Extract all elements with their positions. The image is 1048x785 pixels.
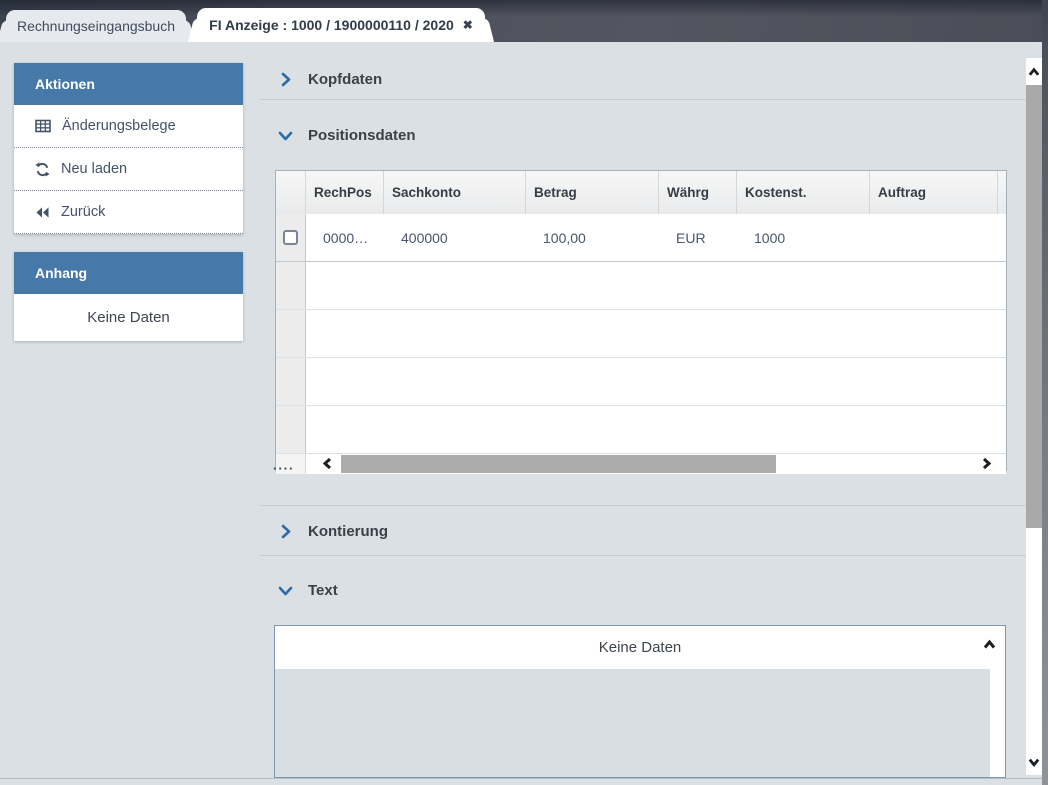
column-header-betrag[interactable]: Betrag	[526, 171, 659, 214]
sidebar-item-label: Änderungsbelege	[62, 118, 176, 134]
vertical-scroll-thumb[interactable]	[1026, 85, 1042, 528]
positions-table: RechPos Sachkonto Betrag Währg Kostenst.…	[275, 170, 1007, 471]
chevron-down-icon	[276, 126, 295, 145]
text-empty-text: Keine Daten	[599, 639, 682, 656]
chevron-right-icon	[276, 70, 295, 89]
section-title: Kontierung	[308, 523, 388, 540]
tab-rechnungseingangsbuch[interactable]: Rechnungseingangsbuch	[6, 10, 186, 42]
refresh-icon	[35, 162, 50, 177]
rewind-icon	[35, 206, 50, 219]
section-header-text[interactable]: Text	[260, 571, 1026, 609]
attachment-empty-text: Keine Daten	[14, 294, 243, 341]
table-header-row: RechPos Sachkonto Betrag Währg Kostenst.…	[276, 171, 1006, 214]
tab-label: FI Anzeige : 1000 / 1900000110 / 2020	[209, 17, 454, 33]
table-empty-row	[276, 406, 1006, 454]
select-all-header-cell	[276, 171, 306, 214]
sidebar-item-label: Zurück	[61, 204, 105, 220]
actions-panel-title: Aktionen	[35, 76, 95, 92]
chevron-down-icon	[276, 581, 295, 600]
table-empty-row	[276, 262, 1006, 310]
vertical-scrollbar[interactable]	[1026, 58, 1042, 775]
scroll-right-icon[interactable]	[979, 456, 994, 471]
cell-kostenst: 1000	[737, 214, 870, 261]
horizontal-scrollbar[interactable]	[276, 454, 1006, 474]
cell-betrag: 100,00	[526, 214, 659, 261]
section-header-positionsdaten[interactable]: Positionsdaten	[260, 116, 1026, 154]
scroll-down-icon[interactable]	[1026, 752, 1042, 772]
cell-sachkonto: 400000	[384, 214, 526, 261]
cell-waehrg: EUR	[659, 214, 737, 261]
scroll-up-icon[interactable]	[1026, 58, 1042, 85]
text-panel: Keine Daten	[274, 625, 1006, 778]
chevron-right-icon	[276, 522, 295, 541]
actions-panel-header: Aktionen	[14, 63, 243, 105]
row-select-cell	[276, 214, 306, 261]
column-header-kostenst[interactable]: Kostenst.	[737, 171, 870, 214]
section-header-kontierung[interactable]: Kontierung	[260, 512, 1026, 550]
section-title: Text	[308, 582, 338, 599]
scroll-up-icon[interactable]	[982, 637, 997, 652]
text-panel-scroll-track[interactable]	[990, 669, 1005, 777]
sidebar-item-label: Neu laden	[61, 161, 127, 177]
column-header-sachkonto[interactable]: Sachkonto	[384, 171, 526, 214]
cell-auftrag	[870, 214, 1006, 261]
actions-panel: Aktionen Änderungsbelege Neu laden	[14, 63, 243, 234]
section-header-kopfdaten[interactable]: Kopfdaten	[260, 60, 1026, 98]
tab-bar: Rechnungseingangsbuch FI Anzeige : 1000 …	[0, 0, 1048, 42]
viewport-bottom-border	[0, 778, 1042, 779]
tab-label: Rechnungseingangsbuch	[17, 18, 175, 34]
scroll-left-icon[interactable]	[320, 456, 335, 471]
table-row[interactable]: 0000… 400000 100,00 EUR 1000	[276, 214, 1006, 262]
attachment-panel: Anhang Keine Daten	[14, 252, 243, 341]
section-title: Kopfdaten	[308, 71, 382, 88]
column-header-sliver	[998, 171, 1006, 214]
column-header-rechpos[interactable]: RechPos	[306, 171, 384, 214]
close-icon[interactable]: ✖	[463, 18, 473, 32]
tab-fi-anzeige[interactable]: FI Anzeige : 1000 / 1900000110 / 2020 ✖	[197, 8, 485, 42]
table-icon	[35, 119, 51, 133]
section-title: Positionsdaten	[308, 127, 416, 144]
column-header-waehrg[interactable]: Währg	[659, 171, 737, 214]
cell-rechpos: 0000…	[306, 214, 384, 261]
table-empty-row	[276, 358, 1006, 406]
row-checkbox[interactable]	[283, 230, 298, 245]
sidebar-item-neu-laden[interactable]: Neu laden	[14, 148, 243, 191]
section-divider	[260, 99, 1026, 100]
text-panel-content	[275, 669, 990, 777]
sidebar-item-aenderungsbelege[interactable]: Änderungsbelege	[14, 105, 243, 148]
column-header-auftrag[interactable]: Auftrag	[870, 171, 998, 214]
table-empty-row	[276, 310, 1006, 358]
sidebar-item-zurueck[interactable]: Zurück	[14, 191, 243, 234]
section-divider	[260, 505, 1026, 506]
section-divider	[260, 555, 1026, 556]
horizontal-scroll-thumb[interactable]	[341, 455, 776, 473]
attachment-panel-title: Anhang	[35, 265, 87, 281]
text-panel-header: Keine Daten	[275, 626, 1005, 669]
window-edge	[1042, 0, 1048, 785]
attachment-panel-header: Anhang	[14, 252, 243, 294]
table-resize-handle[interactable]: ····	[273, 465, 294, 473]
